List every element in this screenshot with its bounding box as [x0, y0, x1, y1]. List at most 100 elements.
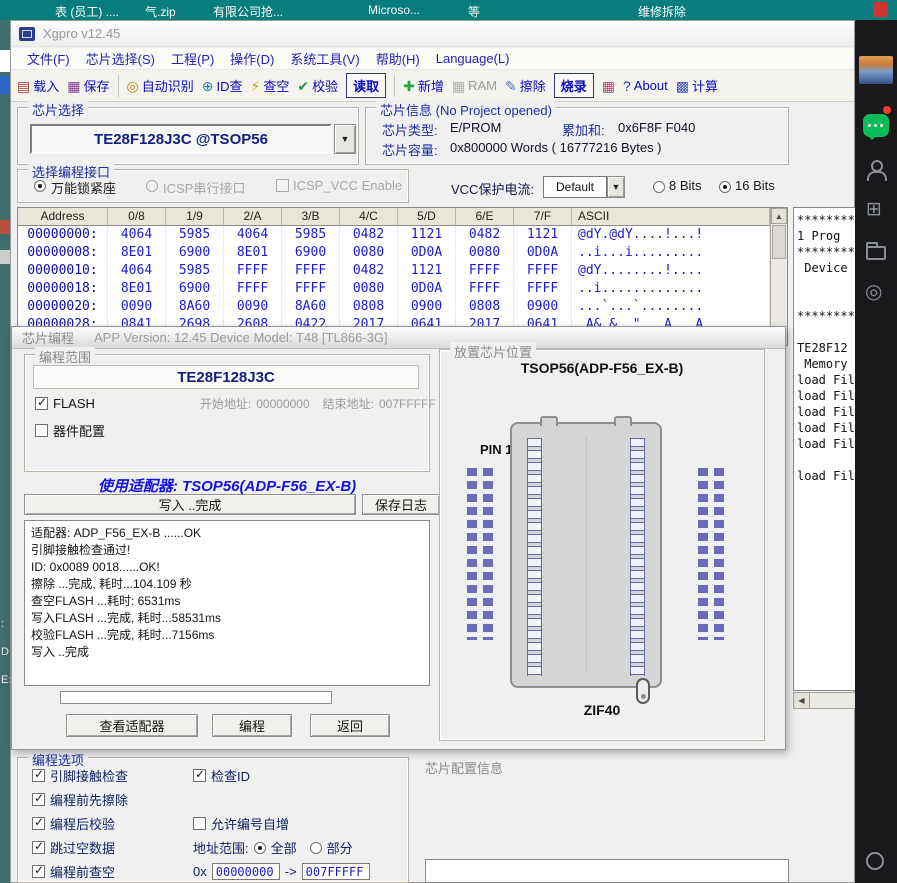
menu-item[interactable]: 系统工具(V)	[282, 49, 367, 68]
scroll-left-button[interactable]	[794, 693, 810, 708]
toolbar-button-blank-check[interactable]: ⚡查空	[250, 76, 289, 95]
taskbar-window-button[interactable]: 有限公司抢...	[213, 3, 283, 20]
erase-before-checkbox[interactable]	[32, 793, 45, 806]
toolbar-button-about[interactable]: ?About	[623, 78, 668, 93]
hex-data-cell[interactable]: 8E01	[224, 244, 282, 262]
range-from-input[interactable]	[212, 863, 280, 880]
icsp-vcc-checkbox[interactable]	[276, 179, 289, 192]
hex-address-cell[interactable]: 00000018:	[18, 280, 108, 298]
icsp-radio[interactable]	[146, 180, 158, 192]
bits16-radio[interactable]	[719, 181, 731, 193]
hex-data-cell[interactable]: FFFF	[224, 280, 282, 298]
hex-vscrollbar[interactable]	[770, 208, 787, 345]
taskbar-window-button[interactable]: 等	[468, 3, 480, 20]
hex-data-cell[interactable]: 0080	[456, 244, 514, 262]
skip-blank-checkbox[interactable]	[32, 841, 45, 854]
hex-data-cell[interactable]: 1121	[398, 226, 456, 244]
contacts-icon[interactable]	[866, 160, 886, 180]
hex-address-cell[interactable]: 00000010:	[18, 262, 108, 280]
hex-data-cell[interactable]: 1121	[514, 226, 572, 244]
hex-data-cell[interactable]: FFFF	[282, 280, 340, 298]
window-titlebar[interactable]: Xgpro v12.45	[11, 21, 854, 47]
hex-data-cell[interactable]: FFFF	[282, 262, 340, 280]
bits8-radio[interactable]	[653, 181, 665, 193]
pin-check-checkbox[interactable]	[32, 769, 45, 782]
hex-data-cell[interactable]: 8E01	[108, 280, 166, 298]
taskbar-window-button[interactable]: 维修拆除	[638, 3, 686, 20]
hex-address-cell[interactable]: 00000000:	[18, 226, 108, 244]
profile-icon[interactable]	[866, 852, 884, 870]
menu-item[interactable]: 帮助(H)	[368, 49, 428, 68]
toolbar-button-erase[interactable]: ✎擦除	[505, 76, 546, 95]
hex-data-cell[interactable]: FFFF	[224, 262, 282, 280]
taskbar-window-button[interactable]: 表 (员工) ....	[55, 3, 119, 20]
chip-select-dropdown-button[interactable]	[334, 124, 356, 154]
taskbar-window-button[interactable]: 气.zip	[145, 3, 176, 20]
vcc-dropdown-button[interactable]	[607, 176, 625, 198]
auto-sn-checkbox[interactable]	[193, 817, 206, 830]
hex-data-cell[interactable]: 0090	[224, 298, 282, 316]
vcc-combo[interactable]: Default	[543, 176, 607, 198]
toolbar-button-id-check[interactable]: ⊕ID查	[202, 76, 243, 95]
hex-data-cell[interactable]: 0482	[340, 226, 398, 244]
back-button[interactable]: 返回	[310, 714, 390, 737]
menu-item[interactable]: 芯片选择(S)	[78, 49, 163, 68]
device-config-checkbox[interactable]	[35, 424, 48, 437]
hex-data-cell[interactable]: FFFF	[456, 262, 514, 280]
hex-data-cell[interactable]: 5985	[282, 226, 340, 244]
hex-address-cell[interactable]: 00000008:	[18, 244, 108, 262]
menu-item[interactable]: 工程(P)	[163, 49, 222, 68]
program-button[interactable]: 编程	[212, 714, 292, 737]
hex-address-cell[interactable]: 00000020:	[18, 298, 108, 316]
hex-data-cell[interactable]: 6900	[282, 244, 340, 262]
range-all-radio[interactable]	[254, 842, 266, 854]
photo-thumbnail[interactable]	[859, 56, 893, 84]
hex-data-cell[interactable]: 0900	[398, 298, 456, 316]
scroll-up-button[interactable]	[771, 208, 787, 224]
dialog-titlebar[interactable]: 芯片编程 APP Version: 12.45 Device Model: T4…	[12, 327, 785, 349]
hex-data-cell[interactable]: 4064	[108, 226, 166, 244]
program-log-box[interactable]: 适配器: ADP_F56_EX-B ......OK 引脚接触检查通过! ID:…	[24, 520, 430, 686]
hex-data-cell[interactable]: FFFF	[456, 280, 514, 298]
hex-data-cell[interactable]: 6900	[166, 280, 224, 298]
hex-data-cell[interactable]: 0808	[456, 298, 514, 316]
save-log-button[interactable]: 保存日志	[362, 494, 440, 515]
flash-checkbox[interactable]	[35, 397, 48, 410]
drive-icon[interactable]	[866, 246, 886, 260]
toolbar-button-ram[interactable]: ▦RAM	[452, 78, 497, 93]
verify-after-checkbox[interactable]	[32, 817, 45, 830]
taskbar-close-button[interactable]	[873, 2, 888, 17]
hex-data-cell[interactable]: 0900	[514, 298, 572, 316]
menu-item[interactable]: Language(L)	[428, 51, 518, 66]
toolbar-button-calc[interactable]: ▩计算	[676, 76, 718, 95]
hex-data-cell[interactable]: 0808	[340, 298, 398, 316]
toolbar-button-auto-detect[interactable]: ◎自动识别	[127, 76, 194, 95]
hex-data-cell[interactable]: 0D0A	[398, 280, 456, 298]
range-part-radio[interactable]	[310, 842, 322, 854]
hex-data-cell[interactable]: 4064	[108, 262, 166, 280]
blank-before-checkbox[interactable]	[32, 865, 45, 878]
hex-data-cell[interactable]: FFFF	[514, 262, 572, 280]
hex-data-cell[interactable]: 5985	[166, 262, 224, 280]
hex-data-cell[interactable]: 0D0A	[398, 244, 456, 262]
toolbar-button-load[interactable]: ▤载入	[17, 76, 59, 95]
hex-data-cell[interactable]: 6900	[166, 244, 224, 262]
chat-icon[interactable]	[863, 114, 889, 137]
range-to-input[interactable]	[302, 863, 370, 880]
hex-data-cell[interactable]: 5985	[166, 226, 224, 244]
view-adapter-button[interactable]: 查看适配器	[66, 714, 198, 737]
hex-data-cell[interactable]: 0D0A	[514, 244, 572, 262]
hex-data-cell[interactable]: 4064	[224, 226, 282, 244]
hex-data-cell[interactable]: 0482	[456, 226, 514, 244]
hex-data-cell[interactable]: 0482	[340, 262, 398, 280]
hex-data-cell[interactable]: 0090	[108, 298, 166, 316]
chip-select-combo[interactable]: TE28F128J3C @TSOP56	[30, 124, 332, 154]
hex-data-cell[interactable]: 0080	[340, 244, 398, 262]
hex-data-cell[interactable]: FFFF	[514, 280, 572, 298]
workbench-icon[interactable]	[866, 200, 886, 220]
socket-radio[interactable]	[34, 180, 46, 192]
hex-data-cell[interactable]: 8A60	[166, 298, 224, 316]
check-id-checkbox[interactable]	[193, 769, 206, 782]
menu-item[interactable]: 操作(D)	[222, 49, 282, 68]
hex-data-cell[interactable]: 8A60	[282, 298, 340, 316]
